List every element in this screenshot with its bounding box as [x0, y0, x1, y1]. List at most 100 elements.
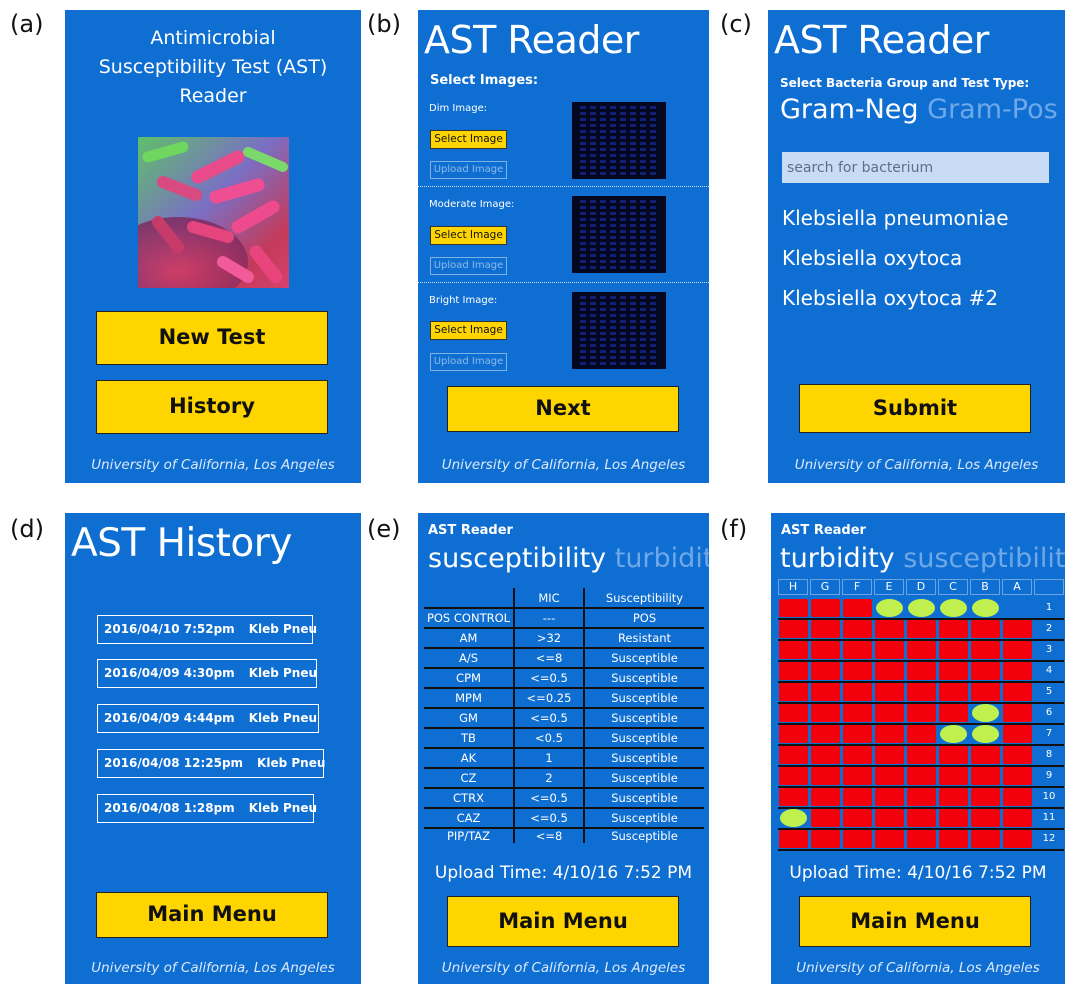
- drug-cell: PIP/TAZ: [424, 828, 515, 843]
- bright-image-preview: [572, 292, 666, 369]
- dim-select-image-button[interactable]: Select Image: [430, 130, 507, 149]
- bright-select-image-button[interactable]: Select Image: [430, 321, 507, 340]
- history-entry[interactable]: 2016/04/08 1:28pm Kleb Pneu: [97, 794, 317, 823]
- bacterium-list-item[interactable]: Klebsiella pneumoniae: [782, 206, 1009, 230]
- upload-time: Upload Time: 4/10/16 7:52 PM: [434, 863, 693, 883]
- drug-cell: AM: [424, 628, 515, 649]
- clear-well: [876, 599, 903, 617]
- history-entry-time: 2016/04/09 4:44pm: [104, 711, 235, 725]
- tab-susceptibility[interactable]: susceptibility: [428, 543, 606, 574]
- history-entry-organism: Kleb Pneu: [248, 666, 318, 680]
- column-label: F: [842, 579, 872, 595]
- turbid-well: [971, 767, 1000, 785]
- tab-turbidity[interactable]: turbidity: [780, 543, 895, 574]
- bright-image-label: Bright Image:: [429, 295, 498, 306]
- tab-gram-pos[interactable]: Gram-Pos: [927, 94, 1058, 125]
- moderate-select-image-button[interactable]: Select Image: [430, 226, 507, 245]
- next-button[interactable]: Next: [447, 386, 679, 432]
- turbid-well: [907, 725, 936, 743]
- turbid-well: [939, 830, 968, 848]
- turbid-well: [971, 662, 1000, 680]
- row-label: 8: [1045, 749, 1053, 760]
- turbid-well: [875, 641, 904, 659]
- clear-well: [940, 599, 967, 617]
- history-entry[interactable]: 2016/04/10 7:52pm Kleb Pneu: [97, 615, 317, 644]
- turbid-well: [811, 788, 840, 806]
- turbid-well: [843, 620, 872, 638]
- turbid-well: [811, 620, 840, 638]
- drug-cell: CAZ: [424, 808, 515, 829]
- turbid-well: [1003, 641, 1032, 659]
- tab-susceptibility[interactable]: susceptibility: [903, 543, 1065, 574]
- moderate-image-label: Moderate Image:: [429, 199, 515, 210]
- history-entry[interactable]: 2016/04/09 4:30pm Kleb Pneu: [97, 659, 317, 688]
- turbid-well: [875, 683, 904, 701]
- turbid-well: [939, 788, 968, 806]
- mic-cell: <=0.25: [514, 688, 585, 709]
- drug-cell: CZ: [424, 768, 515, 789]
- new-test-button[interactable]: New Test: [96, 311, 328, 365]
- turbid-well: [875, 767, 904, 785]
- footer-text: University of California, Los Angeles: [91, 960, 335, 976]
- history-entry[interactable]: 2016/04/08 12:25pm Kleb Pneu: [97, 749, 326, 778]
- turbid-well: [843, 683, 872, 701]
- main-menu-button[interactable]: Main Menu: [96, 892, 328, 938]
- drug-cell: CPM: [424, 668, 515, 689]
- susceptibility-cell: POS: [584, 608, 704, 629]
- turbid-well: [907, 662, 936, 680]
- footer-text: University of California, Los Angeles: [441, 457, 686, 473]
- turbid-well: [779, 746, 808, 764]
- row-label: 5: [1045, 686, 1053, 697]
- moderate-image-preview: [572, 196, 666, 273]
- submit-button[interactable]: Submit: [799, 384, 1031, 433]
- footer-text: University of California, Los Angeles: [91, 457, 335, 473]
- turbid-well: [971, 620, 1000, 638]
- turbid-well: [1003, 830, 1032, 848]
- table-row: PIP/TAZ <=8 Susceptible: [424, 828, 704, 843]
- table-row: AK 1 Susceptible: [424, 748, 704, 769]
- select-images-screen: AST Reader Select Images: Dim Image: Sel…: [418, 10, 709, 483]
- mic-cell: <=0.5: [514, 708, 585, 729]
- susceptibility-screen: AST Reader susceptibility turbidity MIC …: [418, 513, 709, 984]
- turbid-well: [811, 704, 840, 722]
- turbid-well: [1003, 704, 1032, 722]
- mic-cell: <=0.5: [514, 808, 585, 829]
- bacterium-list-item[interactable]: Klebsiella oxytoca: [782, 246, 962, 270]
- turbid-well: [811, 662, 840, 680]
- main-menu-button[interactable]: Main Menu: [447, 896, 679, 947]
- main-menu-button[interactable]: Main Menu: [799, 896, 1031, 947]
- mic-cell: <=0.5: [514, 788, 585, 809]
- turbid-well: [779, 662, 808, 680]
- history-button[interactable]: History: [96, 380, 328, 434]
- drug-cell: MPM: [424, 688, 515, 709]
- column-header: Susceptibility: [584, 588, 704, 609]
- turbid-well: [971, 830, 1000, 848]
- turbid-well: [939, 641, 968, 659]
- turbid-well: [843, 809, 872, 827]
- row-label: 9: [1045, 770, 1053, 781]
- drug-cell: A/S: [424, 648, 515, 669]
- turbid-well: [779, 683, 808, 701]
- bright-upload-image-button[interactable]: Upload Image: [430, 353, 507, 371]
- tab-gram-neg[interactable]: Gram-Neg: [780, 94, 919, 125]
- history-entry[interactable]: 2016/04/09 4:44pm Kleb Pneu: [97, 704, 319, 733]
- column-label: G: [810, 579, 840, 595]
- history-entry-organism: Kleb Pneu: [257, 756, 326, 770]
- susceptibility-cell: Susceptible: [584, 768, 704, 789]
- row-label: 12: [1042, 833, 1056, 844]
- bacterium-search-input[interactable]: [782, 152, 1049, 183]
- bacterium-list-item[interactable]: Klebsiella oxytoca #2: [782, 286, 998, 310]
- moderate-upload-image-button[interactable]: Upload Image: [430, 257, 507, 275]
- dim-upload-image-button[interactable]: Upload Image: [430, 161, 507, 179]
- turbid-well: [811, 599, 840, 617]
- susceptibility-cell: Susceptible: [584, 748, 704, 769]
- turbid-well: [907, 788, 936, 806]
- susceptibility-cell: Susceptible: [584, 648, 704, 669]
- tab-turbidity[interactable]: turbidity: [615, 543, 709, 574]
- turbid-well: [939, 767, 968, 785]
- turbid-well: [1003, 662, 1032, 680]
- turbid-well: [843, 725, 872, 743]
- panel-letter-a: (a): [10, 10, 44, 38]
- clear-well: [940, 725, 967, 743]
- table-header-row: MIC Susceptibility: [424, 588, 704, 609]
